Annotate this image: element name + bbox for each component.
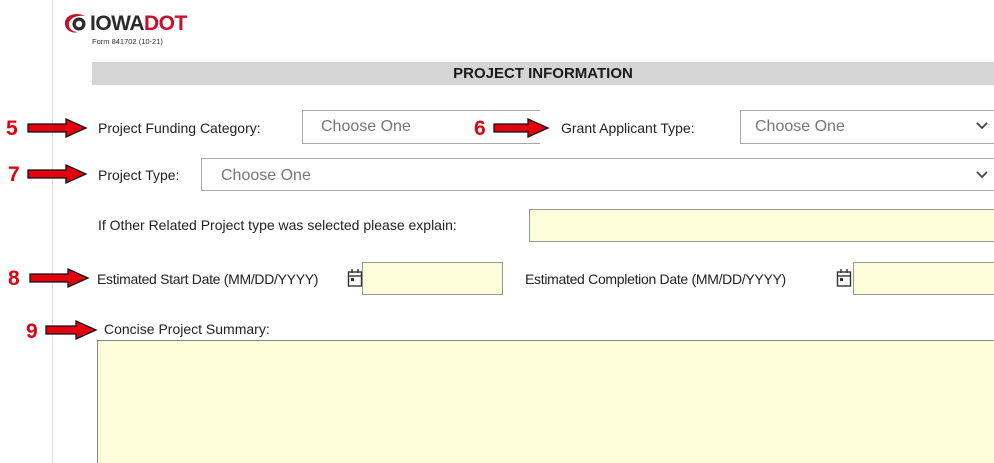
start-date-input[interactable]: [362, 262, 503, 295]
applicant-type-value: Choose One: [755, 118, 845, 135]
marker-number-5: 5: [6, 117, 18, 140]
summary-textarea[interactable]: [97, 340, 994, 463]
form-number: Form 841702 (10-21): [92, 37, 163, 46]
marker-number-9: 9: [26, 320, 38, 343]
funding-category-value: Choose One: [321, 118, 411, 135]
applicant-type-label: Grant Applicant Type:: [561, 120, 695, 136]
iowa-dot-logo: IOWADOT: [63, 13, 187, 35]
other-explain-label: If Other Related Project type was select…: [98, 217, 457, 233]
calendar-icon[interactable]: [347, 268, 363, 288]
marker-number-8: 8: [8, 267, 20, 290]
section-header: PROJECT INFORMATION: [92, 62, 994, 85]
project-type-label: Project Type:: [98, 167, 180, 183]
arrow-right-icon: [27, 117, 88, 139]
other-explain-input[interactable]: [529, 209, 994, 242]
applicant-type-select[interactable]: Choose One: [740, 110, 994, 144]
arrow-right-icon: [45, 319, 98, 341]
project-type-select[interactable]: Choose One: [201, 158, 994, 191]
marker-number-7: 7: [8, 163, 20, 186]
chevron-down-icon: [976, 122, 988, 130]
funding-category-label: Project Funding Category:: [98, 120, 261, 136]
marker-number-6: 6: [474, 117, 486, 140]
completion-date-input[interactable]: [853, 262, 994, 295]
summary-label: Concise Project Summary:: [104, 321, 270, 337]
project-type-value: Choose One: [221, 167, 311, 184]
arrow-right-icon: [493, 117, 550, 139]
arrow-right-icon: [27, 163, 88, 185]
calendar-icon[interactable]: [836, 268, 852, 288]
iowa-dot-logo-icon: [64, 14, 86, 33]
logo-wordmark: IOWADOT: [90, 12, 187, 35]
section-title: PROJECT INFORMATION: [453, 65, 633, 82]
page-left-rule: [52, 0, 53, 463]
start-date-label: Estimated Start Date (MM/DD/YYYY): [97, 271, 319, 287]
chevron-down-icon: [976, 171, 988, 179]
completion-date-label: Estimated Completion Date (MM/DD/YYYY): [525, 271, 786, 287]
arrow-right-icon: [29, 267, 90, 289]
